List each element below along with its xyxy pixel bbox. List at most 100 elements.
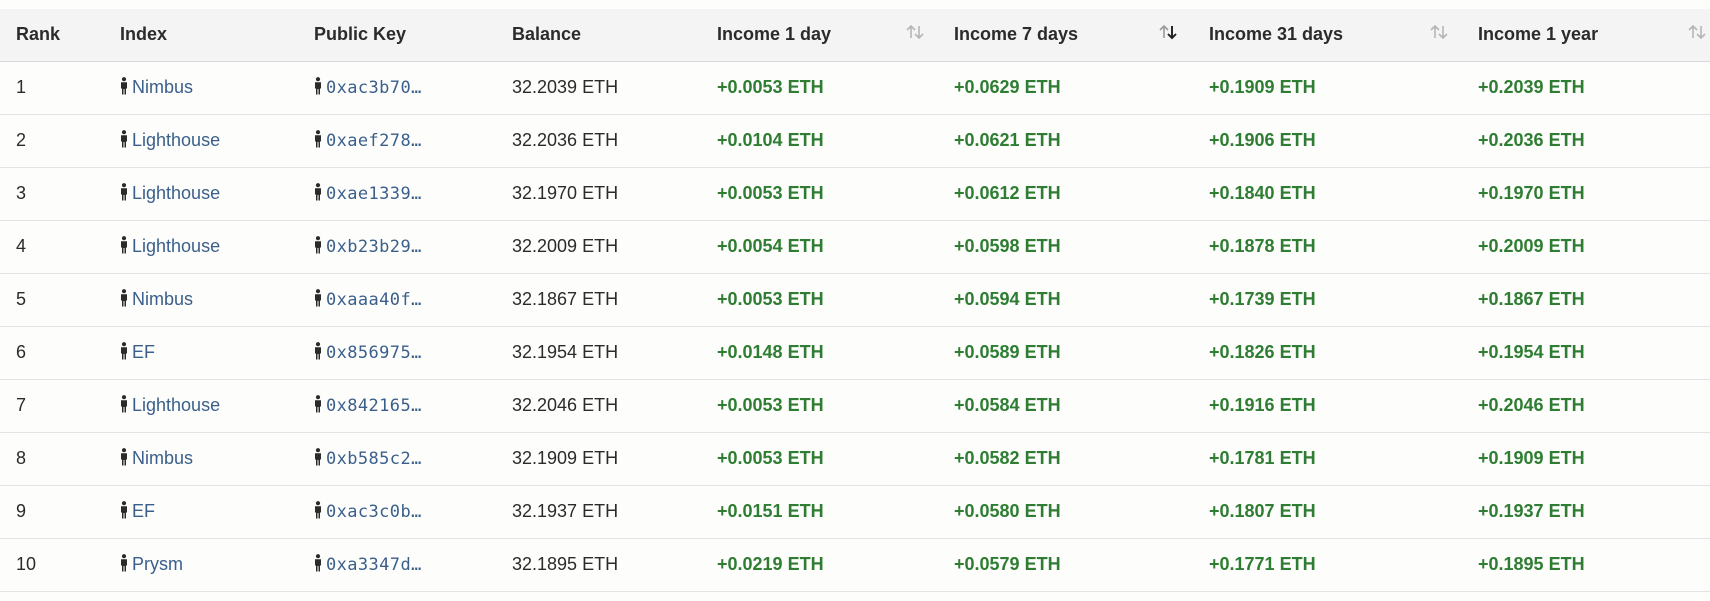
income-1-day-cell: +0.0104 ETH xyxy=(701,114,938,167)
public-key-link[interactable]: 0x856975… xyxy=(326,343,422,363)
table-header: Rank Index Public Key Balance Income 1 d… xyxy=(0,9,1710,62)
rank-cell: 10 xyxy=(0,538,104,591)
income-31-days-value: +0.1840 ETH xyxy=(1209,183,1316,203)
income-31-days-value: +0.1807 ETH xyxy=(1209,501,1316,521)
sort-arrows-icon[interactable] xyxy=(1428,22,1450,42)
person-icon xyxy=(121,448,127,466)
validator-index-link[interactable]: Lighthouse xyxy=(132,130,220,150)
income-1-day-value: +0.0219 ETH xyxy=(717,554,824,574)
column-header-income-31-days[interactable]: Income 31 days xyxy=(1193,9,1462,62)
validator-index-link[interactable]: Lighthouse xyxy=(132,395,220,415)
rank-value: 1 xyxy=(16,77,27,97)
person-icon xyxy=(121,289,127,307)
table-row: 9 EF 0xac3c0b… 32.1937 ETH +0.0151 ETH +… xyxy=(0,485,1710,538)
index-cell: Nimbus xyxy=(104,61,298,114)
sort-arrows-icon[interactable] xyxy=(904,22,926,42)
income-1-year-cell: +0.2039 ETH xyxy=(1462,61,1710,114)
person-icon xyxy=(121,183,127,201)
balance-value: 32.2036 ETH xyxy=(512,130,619,150)
table-row: 10 Prysm 0xa3347d… 32.1895 ETH +0.0219 E… xyxy=(0,538,1710,591)
income-1-day-value: +0.0148 ETH xyxy=(717,342,824,362)
income-31-days-value: +0.1916 ETH xyxy=(1209,395,1316,415)
public-key-link[interactable]: 0xac3b70… xyxy=(326,78,422,98)
table-row: 1 Nimbus 0xac3b70… 32.2039 ETH +0.0053 E… xyxy=(0,61,1710,114)
income-1-year-cell: +0.1909 ETH xyxy=(1462,432,1710,485)
public-key-link[interactable]: 0xaef278… xyxy=(326,131,422,151)
validator-index-link[interactable]: Nimbus xyxy=(132,448,193,468)
validator-index-link[interactable]: Prysm xyxy=(132,554,183,574)
public-key-cell: 0xb585c2… xyxy=(298,432,496,485)
income-1-day-cell: +0.0053 ETH xyxy=(701,273,938,326)
rank-cell: 4 xyxy=(0,220,104,273)
public-key-cell: 0xaef278… xyxy=(298,114,496,167)
column-header-income-1-year[interactable]: Income 1 year xyxy=(1462,9,1710,62)
sort-arrows-active-icon[interactable] xyxy=(1157,22,1179,42)
validator-index-link[interactable]: Nimbus xyxy=(132,77,193,97)
balance-value: 32.1970 ETH xyxy=(512,183,619,203)
income-1-day-cell: +0.0053 ETH xyxy=(701,432,938,485)
income-31-days-value: +0.1906 ETH xyxy=(1209,130,1316,150)
public-key-link[interactable]: 0xb585c2… xyxy=(326,449,422,469)
public-key-link[interactable]: 0xa3347d… xyxy=(326,555,422,575)
public-key-link[interactable]: 0xac3c0b… xyxy=(326,502,422,522)
income-7-days-value: +0.0589 ETH xyxy=(954,342,1061,362)
income-7-days-value: +0.0594 ETH xyxy=(954,289,1061,309)
person-icon xyxy=(121,395,127,413)
income-7-days-cell: +0.0589 ETH xyxy=(938,326,1193,379)
income-7-days-cell: +0.0629 ETH xyxy=(938,61,1193,114)
balance-value: 32.2046 ETH xyxy=(512,395,619,415)
income-1-day-cell: +0.0053 ETH xyxy=(701,61,938,114)
balance-cell: 32.2009 ETH xyxy=(496,220,701,273)
income-7-days-cell: +0.0612 ETH xyxy=(938,167,1193,220)
person-icon xyxy=(121,554,127,572)
column-header-balance: Balance xyxy=(496,9,701,62)
income-31-days-value: +0.1771 ETH xyxy=(1209,554,1316,574)
column-header-income-1-day[interactable]: Income 1 day xyxy=(701,9,938,62)
balance-value: 32.1867 ETH xyxy=(512,289,619,309)
validator-index-link[interactable]: EF xyxy=(132,342,155,362)
income-7-days-cell: +0.0598 ETH xyxy=(938,220,1193,273)
person-icon xyxy=(121,130,127,148)
income-7-days-cell: +0.0579 ETH xyxy=(938,538,1193,591)
income-7-days-value: +0.0598 ETH xyxy=(954,236,1061,256)
income-31-days-value: +0.1878 ETH xyxy=(1209,236,1316,256)
validator-index-link[interactable]: Lighthouse xyxy=(132,236,220,256)
public-key-link[interactable]: 0x842165… xyxy=(326,396,422,416)
table-row: 2 Lighthouse 0xaef278… 32.2036 ETH +0.01… xyxy=(0,114,1710,167)
public-key-link[interactable]: 0xaaa40f… xyxy=(326,290,422,310)
index-cell: Nimbus xyxy=(104,273,298,326)
income-31-days-value: +0.1909 ETH xyxy=(1209,77,1316,97)
validator-index-link[interactable]: Lighthouse xyxy=(132,183,220,203)
income-31-days-cell: +0.1916 ETH xyxy=(1193,379,1462,432)
rank-cell: 6 xyxy=(0,326,104,379)
income-31-days-cell: +0.1878 ETH xyxy=(1193,220,1462,273)
validator-index-link[interactable]: Nimbus xyxy=(132,289,193,309)
rank-cell: 7 xyxy=(0,379,104,432)
rank-value: 3 xyxy=(16,183,27,203)
income-1-day-value: +0.0151 ETH xyxy=(717,501,824,521)
balance-cell: 32.1937 ETH xyxy=(496,485,701,538)
income-1-year-value: +0.1909 ETH xyxy=(1478,448,1585,468)
column-header-label: Income 7 days xyxy=(954,24,1079,45)
person-icon xyxy=(121,501,127,519)
validator-index-link[interactable]: EF xyxy=(132,501,155,521)
sort-arrows-icon[interactable] xyxy=(1686,22,1708,42)
rank-value: 6 xyxy=(16,342,27,362)
income-7-days-value: +0.0621 ETH xyxy=(954,130,1061,150)
income-1-day-cell: +0.0219 ETH xyxy=(701,538,938,591)
column-header-label: Income 1 day xyxy=(717,24,832,45)
public-key-link[interactable]: 0xae1339… xyxy=(326,184,422,204)
income-31-days-cell: +0.1781 ETH xyxy=(1193,432,1462,485)
public-key-cell: 0x842165… xyxy=(298,379,496,432)
balance-cell: 32.1895 ETH xyxy=(496,538,701,591)
table-row: 3 Lighthouse 0xae1339… 32.1970 ETH +0.00… xyxy=(0,167,1710,220)
column-header-income-7-days[interactable]: Income 7 days xyxy=(938,9,1193,62)
income-1-day-cell: +0.0053 ETH xyxy=(701,167,938,220)
balance-cell: 32.1954 ETH xyxy=(496,326,701,379)
person-icon xyxy=(315,289,321,307)
table-body: 1 Nimbus 0xac3b70… 32.2039 ETH +0.0053 E… xyxy=(0,61,1710,591)
table-row: 7 Lighthouse 0x842165… 32.2046 ETH +0.00… xyxy=(0,379,1710,432)
income-1-year-value: +0.2046 ETH xyxy=(1478,395,1585,415)
public-key-link[interactable]: 0xb23b29… xyxy=(326,237,422,257)
income-1-year-value: +0.2009 ETH xyxy=(1478,236,1585,256)
